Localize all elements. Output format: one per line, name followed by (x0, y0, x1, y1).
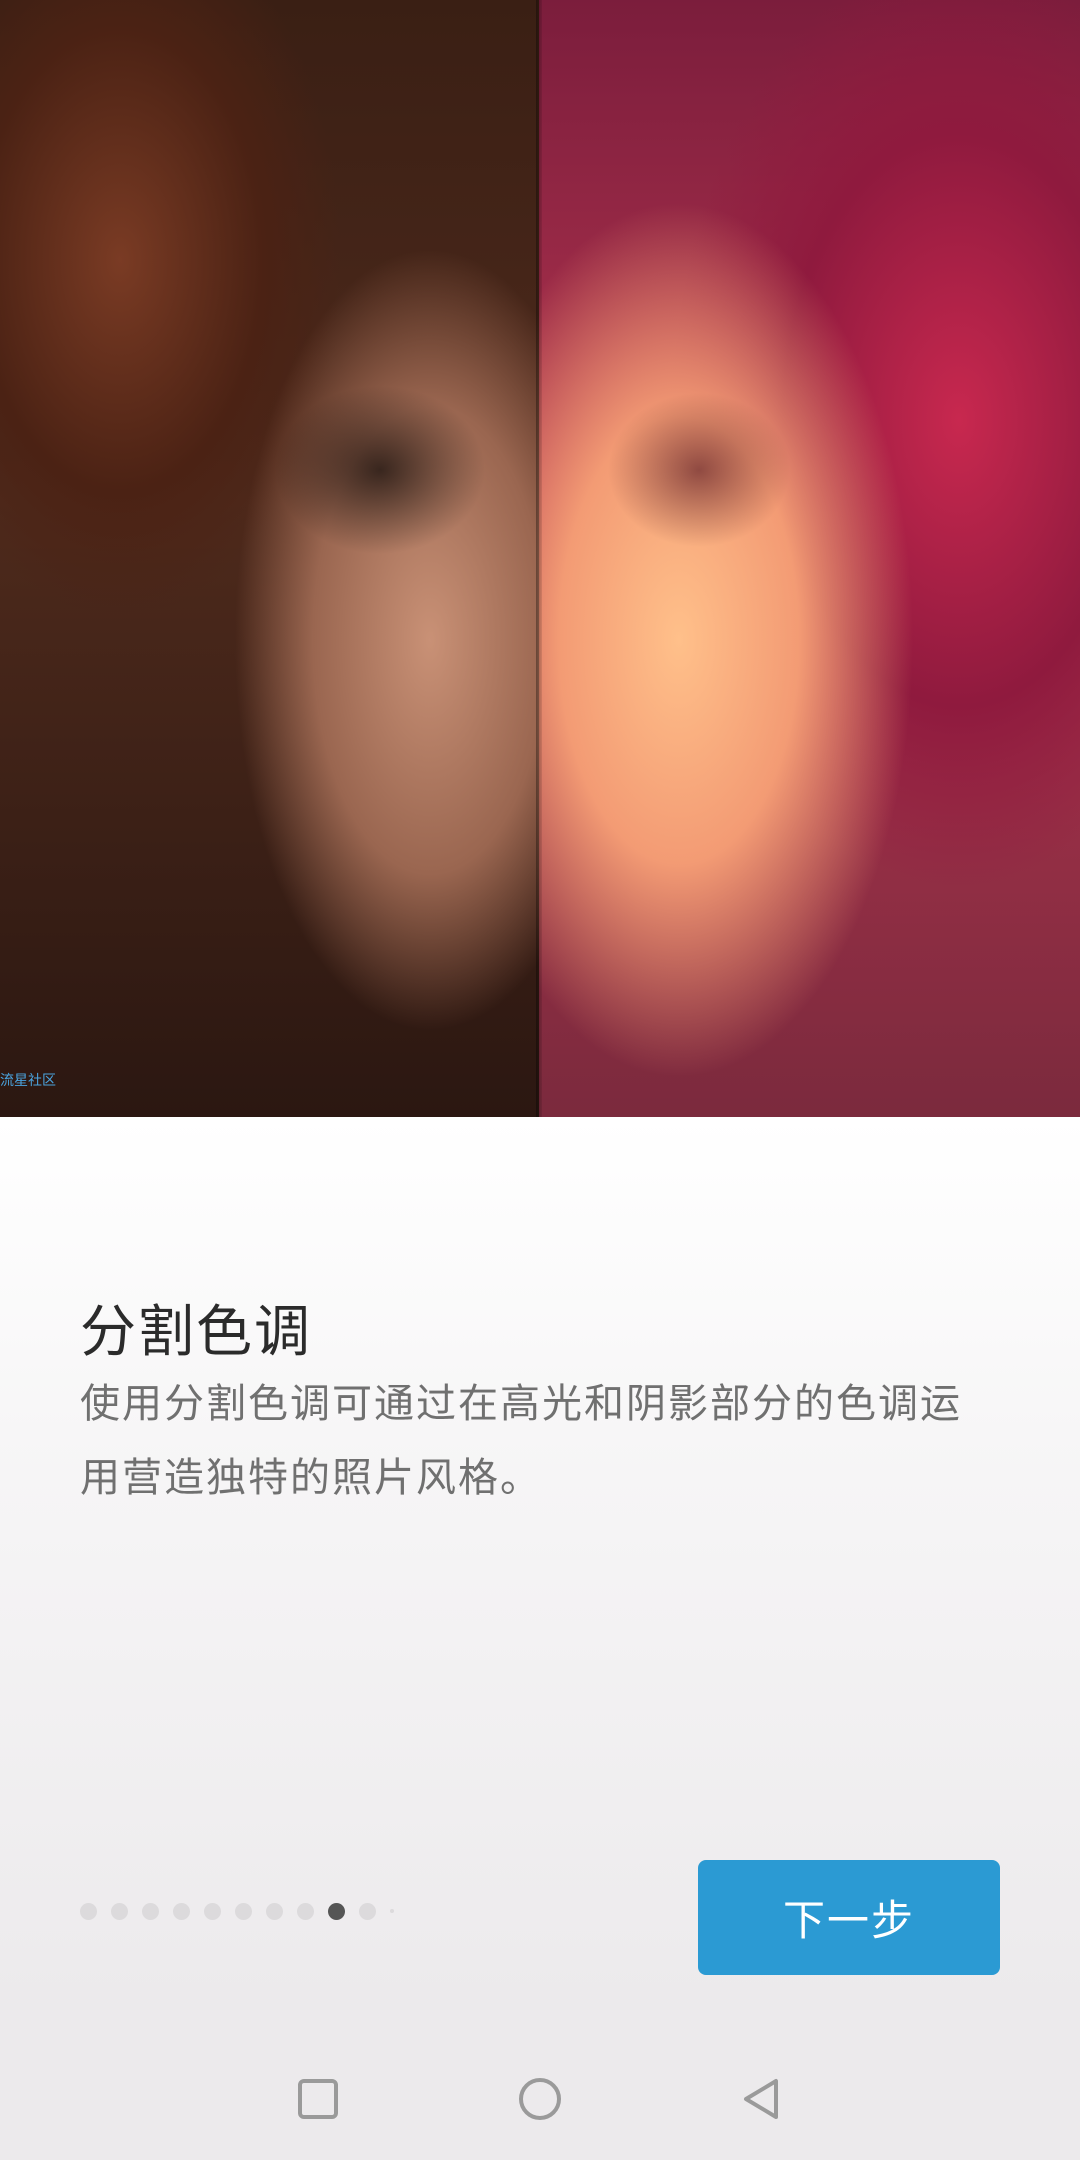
next-button[interactable]: 下一步 (698, 1860, 1000, 1975)
page-dot (266, 1902, 283, 1920)
page-dot (80, 1902, 97, 1920)
page-dot (297, 1902, 314, 1920)
square-icon (298, 2079, 338, 2119)
hero-split-tone-half (539, 0, 1080, 1117)
page-dot (142, 1902, 159, 1920)
page-dot-overflow (390, 1909, 394, 1913)
hero-original-half (0, 0, 539, 1117)
back-button[interactable] (738, 2075, 786, 2123)
hero-divider (536, 0, 542, 1117)
hero-image: 流星社区 (0, 0, 1080, 1117)
page-description: 使用分割色调可通过在高光和阴影部分的色调运用营造独特的照片风格。 (80, 1381, 962, 1501)
page-dot (173, 1902, 190, 1920)
hero-watermark: 流星社区 (0, 1073, 56, 1089)
triangle-back-icon (744, 2079, 778, 2119)
page-dot (235, 1902, 252, 1920)
page-title: 分割色调 (80, 1300, 312, 1365)
page-dot-active (328, 1902, 345, 1920)
recents-button[interactable] (294, 2075, 342, 2123)
page-dot (111, 1902, 128, 1920)
screen: 流星社区 分割色调 使用分割色调可通过在高光和阴影部分的色调运用营造独特的照片风… (0, 0, 1080, 2160)
home-button[interactable] (516, 2075, 564, 2123)
page-dot (204, 1902, 221, 1920)
page-dot (359, 1902, 376, 1920)
circle-icon (519, 2078, 561, 2120)
page-indicator (80, 1901, 394, 1921)
